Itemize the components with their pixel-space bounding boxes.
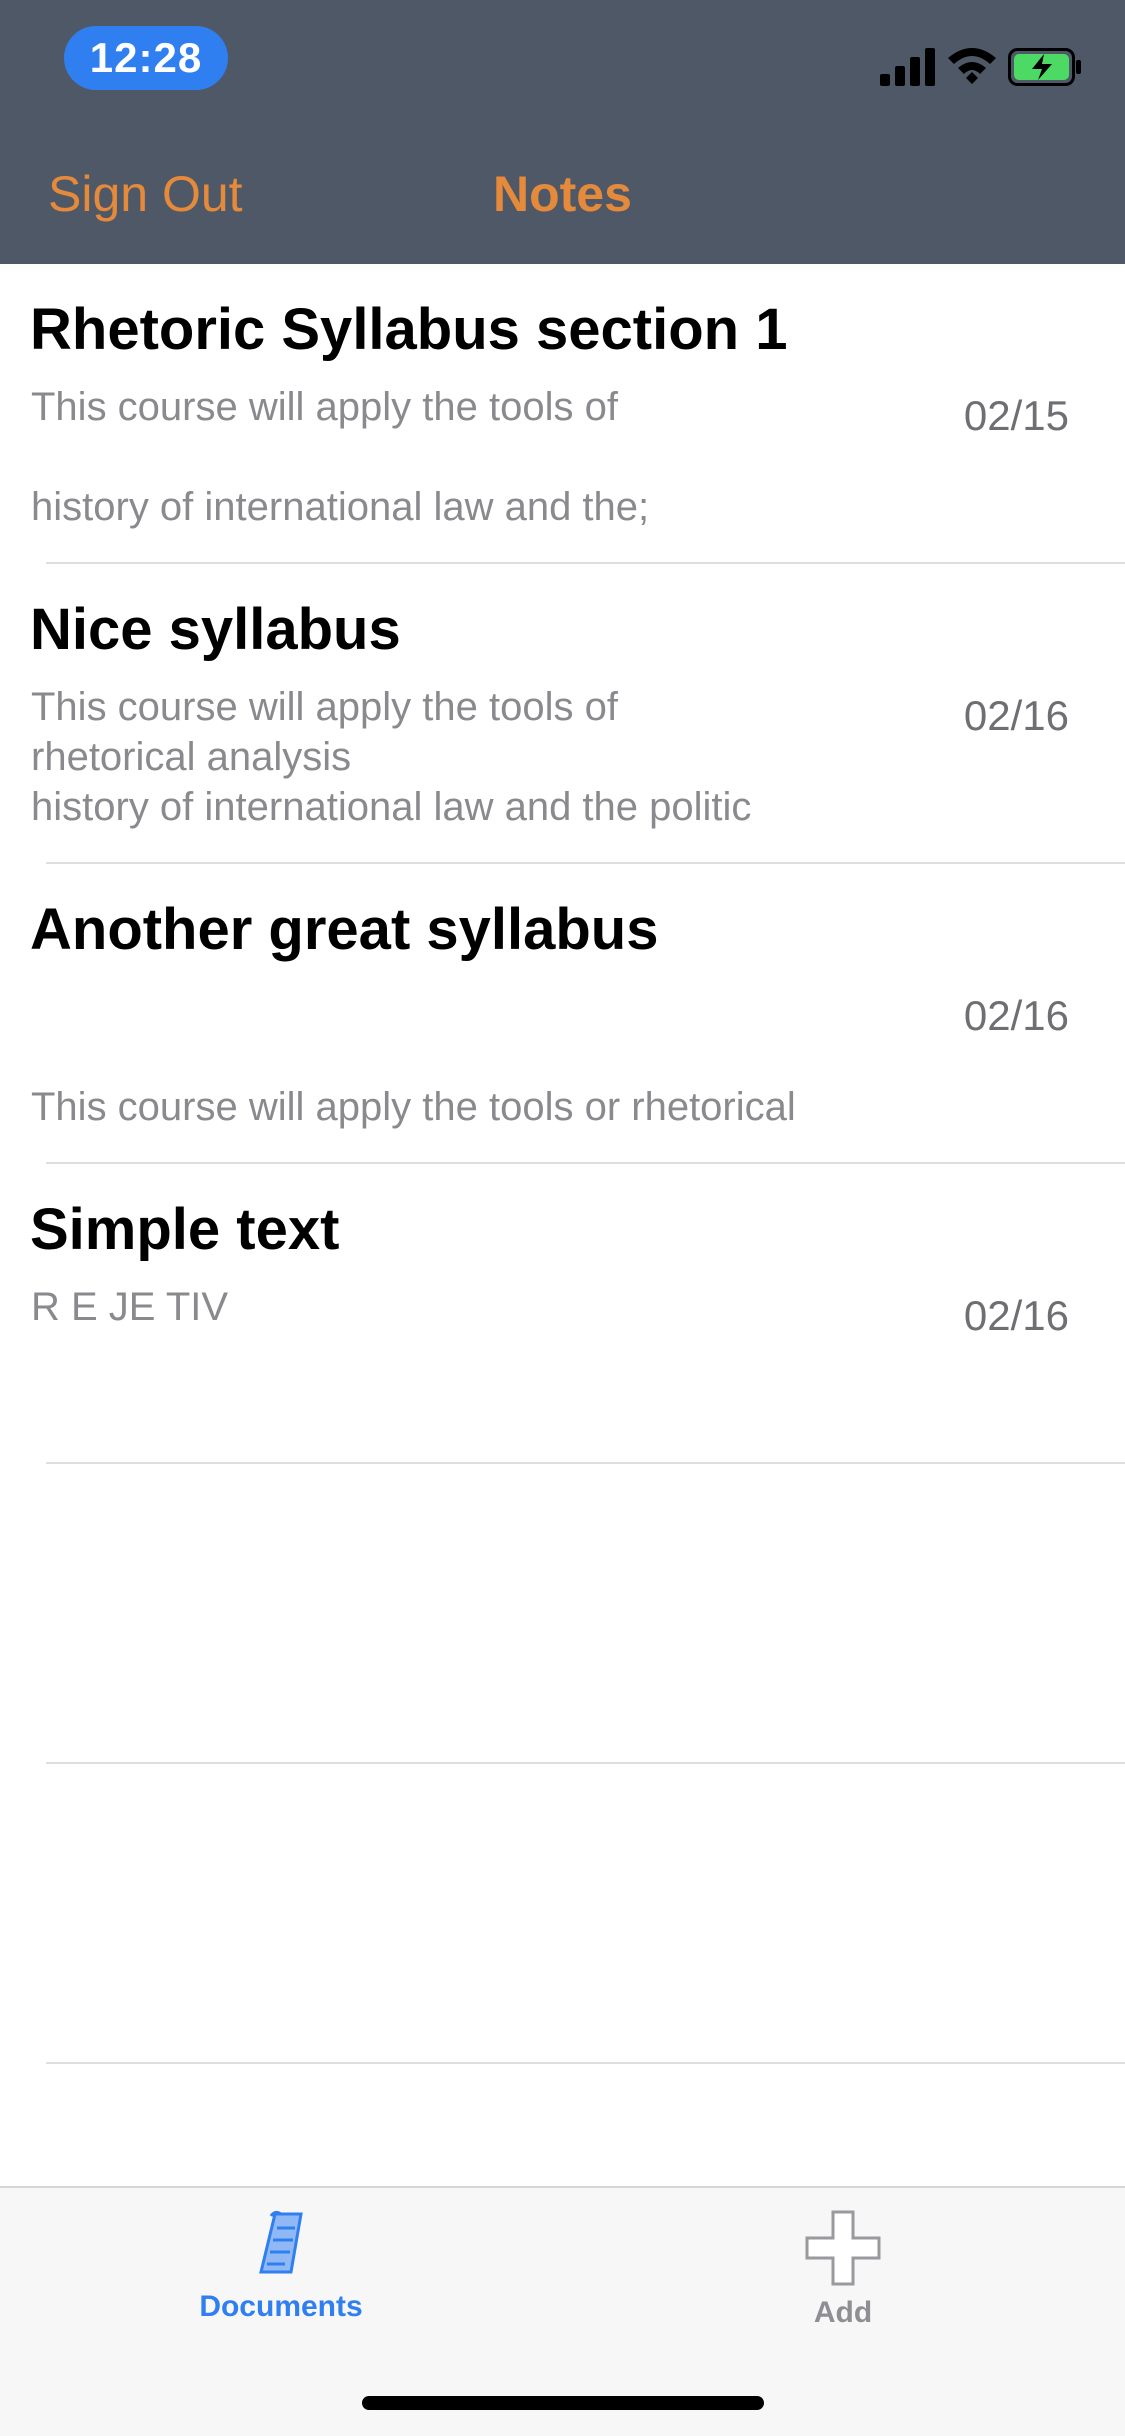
note-preview: This course will apply the tools of rhet… xyxy=(31,685,752,829)
notes-list: Rhetoric Syllabus section 1 This course … xyxy=(0,264,1125,2064)
note-preview: R E JE TIV xyxy=(31,1285,229,1329)
note-title: Nice syllabus xyxy=(30,597,401,662)
note-date: 02/16 xyxy=(963,992,1069,1039)
note-date: 02/16 xyxy=(963,692,1069,739)
documents-icon xyxy=(259,2210,303,2274)
note-title: Simple text xyxy=(30,1197,340,1262)
note-preview: This course will apply the tools or rhet… xyxy=(31,1085,796,1129)
sign-out-button[interactable]: Sign Out xyxy=(48,165,243,223)
note-date: 02/15 xyxy=(963,392,1069,439)
note-preview: This course will apply the tools of hist… xyxy=(31,385,650,529)
battery-charging-icon xyxy=(1008,48,1081,86)
page-title: Notes xyxy=(493,166,632,222)
list-item[interactable]: Nice syllabus This course will apply the… xyxy=(0,564,1125,864)
header: 12:28 Sign Out Notes xyxy=(0,0,1125,264)
list-item[interactable]: Another great syllabus This course will … xyxy=(0,864,1125,1164)
list-item[interactable]: Rhetoric Syllabus section 1 This course … xyxy=(0,264,1125,564)
home-indicator xyxy=(362,2396,764,2410)
status-time: 12:28 xyxy=(64,26,228,90)
tab-documents[interactable]: Documents xyxy=(151,2210,411,2350)
empty-row xyxy=(0,1764,1125,2064)
tab-add[interactable]: Add xyxy=(713,2210,973,2350)
note-title: Rhetoric Syllabus section 1 xyxy=(30,297,788,362)
empty-row xyxy=(0,1464,1125,1764)
tab-add-label: Add xyxy=(813,2296,873,2329)
note-date: 02/16 xyxy=(963,1292,1069,1339)
cellular-signal-icon xyxy=(880,48,935,86)
add-icon xyxy=(805,2210,881,2286)
wifi-icon xyxy=(948,48,996,84)
tab-documents-label: Documents xyxy=(199,2290,363,2323)
row-divider xyxy=(46,2062,1125,2064)
note-title: Another great syllabus xyxy=(30,897,659,962)
list-item[interactable]: Simple text R E JE TIV 02/16 xyxy=(0,1164,1125,1464)
